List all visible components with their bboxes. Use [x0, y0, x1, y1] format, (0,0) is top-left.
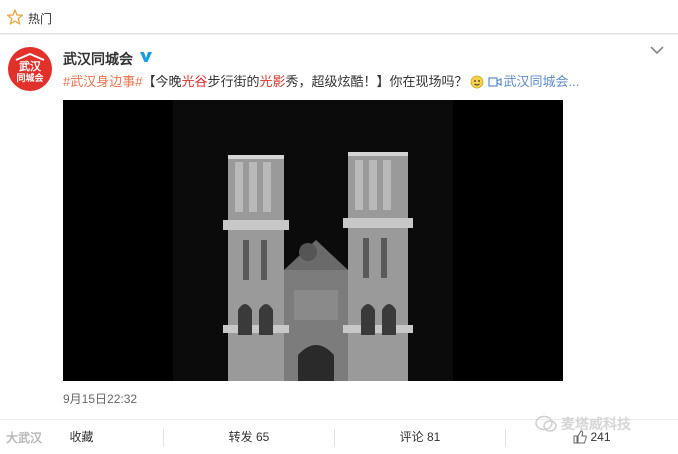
- post-text-part2: 步行街的: [207, 74, 260, 89]
- repost-label: 转发 65: [228, 430, 270, 444]
- chat-bubble-icon: [535, 415, 557, 432]
- topic-link[interactable]: #武汉身边事#: [63, 74, 142, 89]
- post-text: #武汉身边事#【今晚光谷步行街的光影秀，超级炫酷！】你在现场吗？ 武汉同城会..…: [63, 73, 663, 91]
- star-outline-icon: [7, 9, 23, 25]
- avatar[interactable]: 武汉 同城会: [8, 47, 52, 91]
- video-player[interactable]: [63, 100, 563, 381]
- comment-label: 评论 81: [399, 430, 441, 444]
- post-text-part1: 【今晚: [142, 74, 182, 89]
- comment-button[interactable]: 评论 81: [335, 420, 505, 454]
- highlight-2: 光影: [259, 74, 286, 89]
- favorite-label: 收藏: [69, 430, 94, 444]
- watermark-right-text: 麦塔威科技: [561, 416, 631, 432]
- avatar-text: 武汉 同城会: [8, 61, 52, 85]
- watermark-right: 麦塔威科技: [535, 414, 631, 436]
- video-link[interactable]: 武汉同城会...: [504, 74, 580, 89]
- post-timestamp[interactable]: 9月15日22:32: [63, 390, 137, 407]
- post-text-part3: 秀，超级炫酷！】你在现场吗？: [285, 74, 468, 89]
- face-emoji-icon: [470, 75, 483, 89]
- hot-bar: 热门: [0, 0, 678, 34]
- repost-button[interactable]: 转发 65: [164, 420, 334, 454]
- avatar-text-line1: 武汉: [19, 60, 41, 73]
- chevron-down-icon[interactable]: [650, 45, 664, 55]
- watermark-left: 大武汉: [6, 429, 42, 447]
- cathedral-video-frame: [63, 100, 563, 381]
- avatar-text-line2: 同城会: [16, 74, 44, 84]
- video-camera-icon: [487, 77, 502, 87]
- watermark-left-text: 大武汉: [6, 431, 43, 445]
- author-name[interactable]: 武汉同城会: [63, 49, 133, 69]
- hot-label: 热门: [28, 12, 53, 26]
- verified-v-icon: [140, 52, 152, 62]
- highlight-1: 光谷: [181, 74, 208, 89]
- post-card: 武汉 同城会 武汉同城会 #武汉身边事#【今晚光谷步行街的光影秀，超级炫酷！】你…: [0, 35, 678, 419]
